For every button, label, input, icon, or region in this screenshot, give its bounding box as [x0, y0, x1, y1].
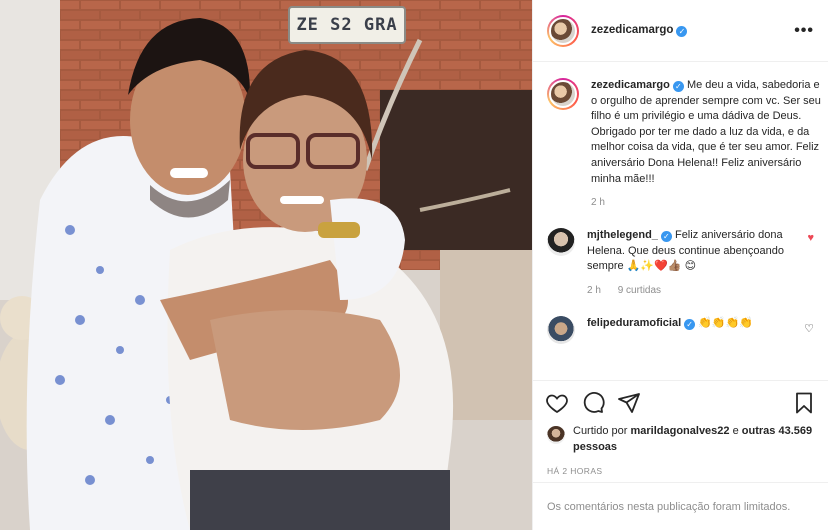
comment-text: mjthelegend_ ✓ Feliz aniversário dona Hel… — [587, 228, 797, 275]
author-username[interactable]: zezedicamargo ✓ — [591, 24, 688, 37]
comment-likes-count[interactable]: 9 curtidas — [618, 285, 661, 296]
verified-badge-icon: ✓ — [672, 81, 684, 92]
comment-item: mjthelegend_ ✓ Feliz aniversário dona Hel… — [547, 228, 814, 296]
comment-time[interactable]: 2 h — [587, 285, 601, 296]
likes-text: Curtido por marildagonalves22 e outras 4… — [573, 424, 814, 455]
comment-item: felipeduramoficial ✓ 👏👏👏👏 ♡ — [547, 315, 814, 344]
caption-body: Me deu a vida, sabedoria e o orgulho de … — [591, 79, 821, 185]
post-side-panel: zezedicamargo ✓ ••• zezedicamargo ✓ Me deu… — [532, 0, 828, 530]
likes-summary: Curtido por marildagonalves22 e outras 4… — [533, 424, 828, 462]
likes-prefix: Curtido por — [573, 425, 628, 437]
like-heart-icon[interactable] — [545, 391, 569, 415]
comment-bubble-icon[interactable] — [581, 391, 605, 415]
comment-body: 👏👏👏👏 — [698, 316, 753, 329]
comments-list[interactable]: zezedicamargo ✓ Me deu a vida, sabedoria … — [533, 62, 828, 380]
liker-avatar[interactable] — [547, 426, 565, 444]
author-username-text[interactable]: zezedicamargo — [591, 24, 673, 36]
save-bookmark-icon[interactable] — [792, 391, 816, 415]
caption: zezedicamargo ✓ Me deu a vida, sabedoria … — [547, 78, 821, 208]
caption-text: zezedicamargo ✓ Me deu a vida, sabedoria … — [591, 78, 823, 187]
caption-author-avatar[interactable] — [547, 78, 579, 110]
photo-illustration — [0, 0, 532, 530]
verified-badge-icon: ✓ — [676, 26, 688, 37]
post-header: zezedicamargo ✓ ••• — [533, 0, 828, 62]
verified-badge-icon: ✓ — [660, 231, 672, 243]
caption-time[interactable]: 2 h — [591, 197, 823, 208]
commenter-avatar[interactable] — [547, 228, 575, 257]
comment-meta: 2 h 9 curtidas — [587, 285, 797, 296]
comment-liked-heart-icon[interactable]: ♥ — [807, 232, 814, 244]
verified-badge-icon: ✓ — [684, 318, 696, 330]
comment-username[interactable]: mjthelegend_ — [587, 229, 658, 241]
action-bar — [533, 380, 828, 424]
more-options-icon[interactable]: ••• — [794, 22, 814, 40]
author-avatar[interactable] — [547, 14, 579, 47]
comment-like-heart-icon[interactable]: ♡ — [804, 322, 814, 335]
share-paper-plane-icon[interactable] — [617, 391, 641, 415]
instagram-post-modal: ZE S2 GRA zezedicamargo ✓ ••• zezedicamar… — [0, 0, 828, 530]
commenter-avatar[interactable] — [547, 315, 575, 344]
post-photo[interactable]: ZE S2 GRA — [0, 0, 532, 530]
comment-text: felipeduramoficial ✓ 👏👏👏👏 — [587, 316, 797, 332]
likes-joiner: e — [732, 425, 739, 437]
license-plate-sign: ZE S2 GRA — [288, 6, 406, 44]
comment-username[interactable]: felipeduramoficial — [587, 317, 681, 329]
post-time-ago[interactable]: HÁ 2 HORAS — [533, 462, 828, 482]
comments-limited-notice: Os comentários nesta publicação foram li… — [533, 482, 828, 530]
caption-username[interactable]: zezedicamargo — [591, 79, 670, 91]
liker-username[interactable]: marildagonalves22 — [630, 425, 729, 437]
